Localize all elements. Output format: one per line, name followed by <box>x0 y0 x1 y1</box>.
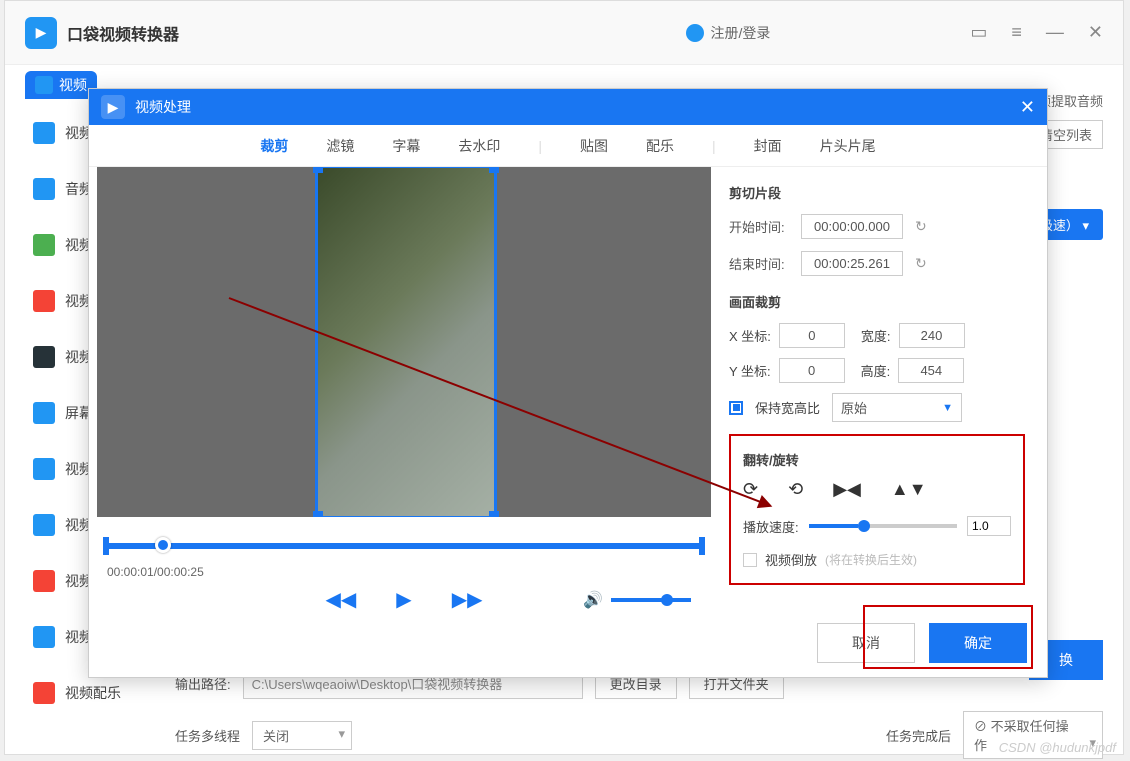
modal-body: 00:00:01/00:00:25 ◀◀ ▶ ▶▶ 🔊 剪切片段 开始时间: ↻… <box>89 167 1047 607</box>
folder-icon[interactable]: ▭ <box>970 22 987 43</box>
play-controls: ◀◀ ▶ ▶▶ 🔊 <box>97 587 711 612</box>
width-label: 宽度: <box>861 326 891 345</box>
play-icon[interactable]: ▶ <box>396 587 411 612</box>
sidebar-icon <box>33 234 55 256</box>
speaker-icon[interactable]: 🔊 <box>583 590 603 610</box>
keep-ratio-label: 保持宽高比 <box>755 398 820 417</box>
rotate-section-title: 翻转/旋转 <box>743 446 1011 469</box>
video-icon <box>35 76 53 94</box>
window-controls: ▭ ≡ — ✕ <box>970 22 1103 43</box>
titlebar: ▶ 口袋视频转换器 注册/登录 ▭ ≡ — ✕ <box>5 1 1123 65</box>
flip-vertical-icon[interactable]: ▲▼ <box>891 479 927 500</box>
next-icon[interactable]: ▶▶ <box>452 587 483 612</box>
tab-titles[interactable]: 片头片尾 <box>818 132 878 160</box>
close-icon[interactable]: ✕ <box>1088 22 1103 43</box>
rotate-icons: ⟳ ⟲ ▶◀ ▲▼ <box>743 479 1011 500</box>
modal-icon: ▶ <box>101 95 125 119</box>
x-label: X 坐标: <box>729 326 771 345</box>
reverse-hint: (将在转换后生效) <box>825 551 917 568</box>
speed-label: 播放速度: <box>743 517 799 536</box>
after-label: 任务完成后 <box>886 726 951 745</box>
user-label: 注册/登录 <box>710 23 770 43</box>
main-tab-video[interactable]: 视频 <box>25 71 97 99</box>
timeline[interactable] <box>97 535 711 555</box>
tab-subtitle[interactable]: 字幕 <box>390 132 422 160</box>
video-edit-modal: ▶ 视频处理 ✕ 裁剪 滤镜 字幕 去水印| 贴图 配乐| 封面 片头片尾 <box>88 88 1048 678</box>
sidebar-icon <box>33 626 55 648</box>
modal-tabs: 裁剪 滤镜 字幕 去水印| 贴图 配乐| 封面 片头片尾 <box>89 125 1047 167</box>
height-input[interactable] <box>898 358 964 383</box>
tab-crop[interactable]: 裁剪 <box>258 132 290 160</box>
reset-icon[interactable]: ↻ <box>915 218 927 235</box>
x-input[interactable] <box>779 323 845 348</box>
tab-cover[interactable]: 封面 <box>752 132 784 160</box>
minimize-icon[interactable]: — <box>1046 22 1064 43</box>
tab-music[interactable]: 配乐 <box>644 132 676 160</box>
sidebar-icon <box>33 290 55 312</box>
end-time-input[interactable] <box>801 251 903 276</box>
crop-handle[interactable] <box>313 511 323 517</box>
user-icon <box>686 24 704 42</box>
time-display: 00:00:01/00:00:25 <box>97 565 711 579</box>
modal-title: 视频处理 <box>135 97 191 117</box>
rotate-section-highlight: 翻转/旋转 ⟳ ⟲ ▶◀ ▲▼ 播放速度: 视频倒放 (将在转换后生效) <box>729 434 1025 585</box>
y-label: Y 坐标: <box>729 361 771 380</box>
timeline-start-handle[interactable] <box>103 537 109 555</box>
crop-section-title: 画面裁剪 <box>729 288 1025 311</box>
user-login[interactable]: 注册/登录 <box>686 23 770 43</box>
speed-slider[interactable] <box>809 524 957 528</box>
start-time-input[interactable] <box>801 214 903 239</box>
start-time-label: 开始时间: <box>729 217 789 236</box>
volume-slider[interactable] <box>611 598 691 602</box>
prev-icon[interactable]: ◀◀ <box>326 587 357 612</box>
sidebar-icon <box>33 402 55 424</box>
reverse-label: 视频倒放 <box>765 550 817 569</box>
modal-footer: 取消 确定 <box>817 623 1027 663</box>
width-input[interactable] <box>899 323 965 348</box>
app-title: 口袋视频转换器 <box>67 21 686 45</box>
tab-watermark[interactable]: 去水印 <box>456 132 502 160</box>
crop-handle[interactable] <box>313 167 323 173</box>
y-input[interactable] <box>779 358 845 383</box>
ok-button[interactable]: 确定 <box>929 623 1027 663</box>
reverse-checkbox[interactable] <box>743 553 757 567</box>
volume-control[interactable]: 🔊 <box>583 590 691 610</box>
settings-panel: 剪切片段 开始时间: ↻ 结束时间: ↻ 画面裁剪 X 坐标: 宽度: Y 坐标… <box>719 167 1047 607</box>
sidebar-icon <box>33 682 55 704</box>
sidebar-icon <box>33 570 55 592</box>
ratio-select[interactable]: 原始▼ <box>832 393 962 422</box>
end-time-label: 结束时间: <box>729 254 789 273</box>
tab-filter[interactable]: 滤镜 <box>324 132 356 160</box>
tab-sticker[interactable]: 贴图 <box>578 132 610 160</box>
video-preview[interactable] <box>97 167 711 517</box>
sidebar-icon <box>33 514 55 536</box>
crop-handle[interactable] <box>489 511 499 517</box>
cancel-button[interactable]: 取消 <box>817 623 915 663</box>
modal-header: ▶ 视频处理 ✕ <box>89 89 1047 125</box>
sidebar-icon <box>33 346 55 368</box>
thread-select[interactable]: 关闭 <box>252 721 352 750</box>
keep-ratio-checkbox[interactable] <box>729 401 743 415</box>
modal-close-icon[interactable]: ✕ <box>1020 97 1035 118</box>
clip-section-title: 剪切片段 <box>729 179 1025 202</box>
timeline-end-handle[interactable] <box>699 537 705 555</box>
crop-handle[interactable] <box>489 167 499 173</box>
height-label: 高度: <box>861 361 891 380</box>
sidebar-icon <box>33 178 55 200</box>
timeline-thumb[interactable] <box>155 537 171 553</box>
flip-horizontal-icon[interactable]: ▶◀ <box>833 479 861 500</box>
sidebar-icon <box>33 458 55 480</box>
preview-panel: 00:00:01/00:00:25 ◀◀ ▶ ▶▶ 🔊 <box>89 167 719 607</box>
speed-value-input[interactable] <box>967 516 1011 536</box>
watermark: CSDN @hudunkjpdf <box>999 740 1116 755</box>
app-logo-icon: ▶ <box>25 17 57 49</box>
bottom-bar: 输出路径: C:\Users\wqeaoiw\Desktop\口袋视频转换器 更… <box>175 668 1103 744</box>
timeline-bar <box>107 543 701 549</box>
thread-label: 任务多线程 <box>175 726 240 745</box>
sidebar-icon <box>33 122 55 144</box>
rotate-ccw-icon[interactable]: ⟲ <box>788 479 803 500</box>
menu-icon[interactable]: ≡ <box>1011 22 1022 43</box>
reset-icon[interactable]: ↻ <box>915 255 927 272</box>
